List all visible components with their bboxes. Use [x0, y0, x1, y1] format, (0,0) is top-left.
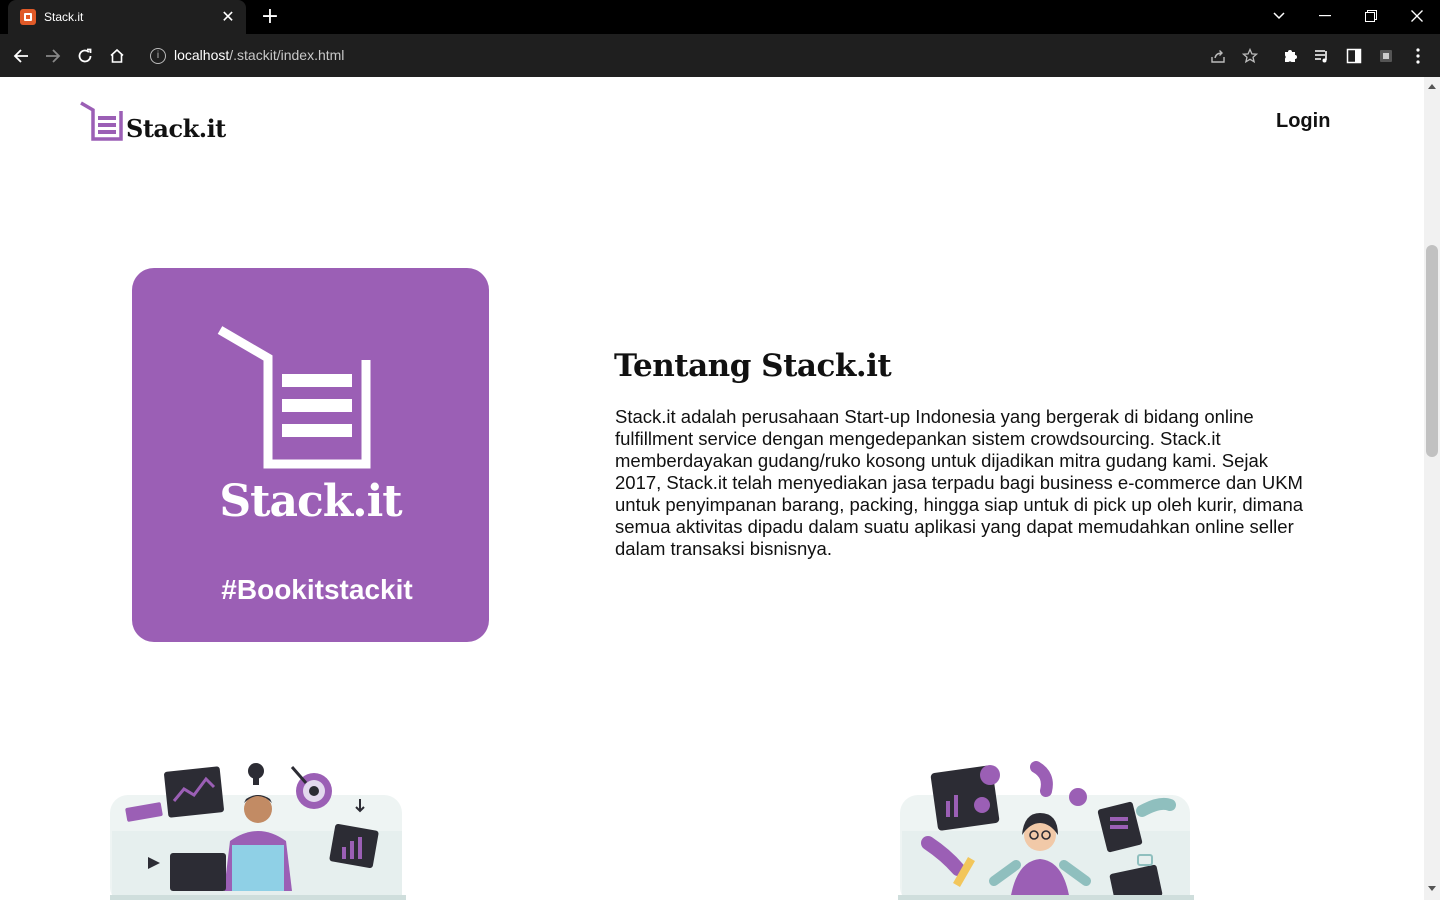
- menu-icon[interactable]: [1405, 43, 1431, 69]
- scroll-down-icon[interactable]: [1428, 886, 1436, 891]
- browser-tab-bar: Stack.it ✕ +: [0, 0, 1440, 34]
- star-icon[interactable]: [1237, 43, 1263, 69]
- site-logo[interactable]: Stack.it: [80, 101, 226, 143]
- scroll-thumb[interactable]: [1426, 245, 1438, 457]
- about-body: Stack.it adalah perusahaan Start-up Indo…: [615, 406, 1304, 559]
- extensions-icon[interactable]: [1277, 43, 1303, 69]
- url-path: /.stackit/index.html: [229, 47, 345, 63]
- media-icon[interactable]: [1309, 43, 1335, 69]
- close-window-icon[interactable]: [1402, 4, 1432, 28]
- card-brand: Stack.it: [219, 476, 402, 527]
- info-icon[interactable]: i: [150, 48, 166, 64]
- favicon-icon: [20, 9, 36, 25]
- address-bar[interactable]: localhost/.stackit/index.html: [174, 47, 344, 63]
- forward-icon[interactable]: [40, 43, 66, 69]
- back-icon[interactable]: [8, 43, 34, 69]
- browser-tab[interactable]: Stack.it ✕: [8, 0, 246, 34]
- restore-icon[interactable]: [1356, 4, 1386, 28]
- scroll-up-icon[interactable]: [1428, 84, 1436, 89]
- brand-card: Stack.it #Bookitstackit: [132, 268, 489, 642]
- profile-icon[interactable]: [1373, 43, 1399, 69]
- cart-logo-icon: [80, 101, 123, 141]
- multitasking-man-illustration: [110, 763, 406, 900]
- page-scrollbar[interactable]: [1424, 77, 1440, 900]
- logo-text: Stack.it: [126, 114, 226, 143]
- card-hashtag: #Bookitstackit: [221, 574, 413, 605]
- chevron-down-icon[interactable]: [1264, 4, 1294, 28]
- tab-title: Stack.it: [44, 10, 84, 24]
- reload-icon[interactable]: [72, 43, 98, 69]
- url-host: localhost: [174, 47, 230, 63]
- close-icon[interactable]: ✕: [220, 9, 236, 25]
- multitasking-woman-illustration: [898, 761, 1194, 900]
- about-title: Tentang Stack.it: [614, 348, 892, 384]
- minimize-icon[interactable]: [1310, 4, 1340, 28]
- plus-icon[interactable]: +: [258, 5, 282, 29]
- browser-toolbar: i localhost/.stackit/index.html: [0, 34, 1440, 77]
- home-icon[interactable]: [104, 43, 130, 69]
- share-icon[interactable]: [1205, 43, 1231, 69]
- page-viewport: Stack.it Login Stack.it #Bookitstackit T…: [0, 77, 1424, 900]
- cart-logo-icon: [217, 326, 371, 469]
- sidepanel-icon[interactable]: [1341, 43, 1367, 69]
- login-link[interactable]: Login: [1276, 110, 1330, 133]
